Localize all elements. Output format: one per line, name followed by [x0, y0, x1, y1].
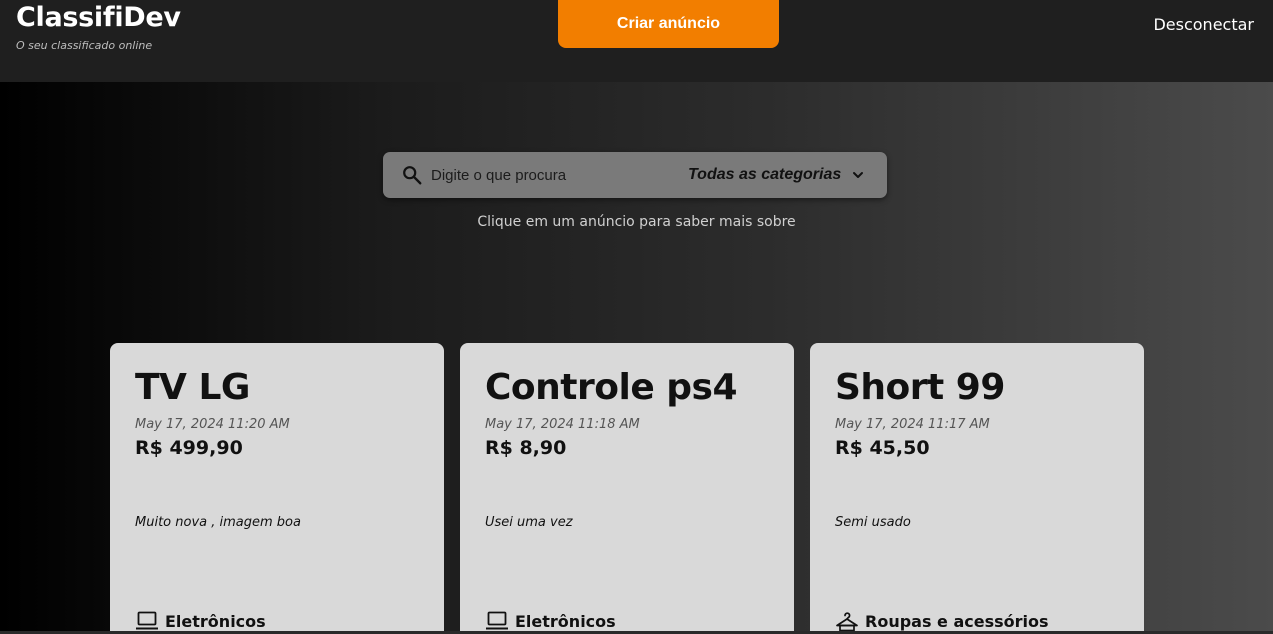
listing-category: Eletrônicos: [135, 610, 266, 632]
listing-category: Roupas e acessórios: [835, 610, 1049, 632]
listing-date: May 17, 2024 11:17 AM: [835, 417, 990, 432]
listing-price: R$ 499,90: [135, 437, 243, 459]
listing-card[interactable]: Short 99 May 17, 2024 11:17 AM R$ 45,50 …: [810, 343, 1144, 634]
app-logo-title[interactable]: ClassifiDev: [16, 2, 181, 33]
listing-description: Semi usado: [835, 515, 911, 530]
category-select-label: Todas as categorias: [688, 166, 842, 183]
listing-title: Short 99: [835, 367, 1005, 408]
listing-category-label: Eletrônicos: [165, 611, 266, 631]
listing-price: R$ 8,90: [485, 437, 567, 459]
laptop-icon: [486, 611, 508, 630]
create-listing-button[interactable]: Criar anúncio: [558, 0, 779, 48]
chevron-down-icon: [853, 172, 864, 178]
hanger-icon: [836, 612, 858, 632]
listing-description: Usei uma vez: [485, 515, 573, 530]
search-input[interactable]: [431, 162, 631, 188]
laptop-icon: [136, 611, 158, 630]
listing-card[interactable]: Controle ps4 May 17, 2024 11:18 AM R$ 8,…: [460, 343, 794, 634]
logout-link[interactable]: Desconectar: [1153, 15, 1254, 34]
listing-category-label: Roupas e acessórios: [865, 611, 1049, 631]
search-icon[interactable]: [401, 164, 423, 186]
listing-date: May 17, 2024 11:20 AM: [135, 417, 290, 432]
listing-category-label: Eletrônicos: [515, 611, 616, 631]
top-header: ClassifiDev O seu classificado online Cr…: [0, 0, 1273, 82]
search-bar: Todas as categorias: [383, 152, 887, 198]
listing-title: TV LG: [135, 367, 250, 408]
app-tagline: O seu classificado online: [16, 39, 153, 52]
listing-date: May 17, 2024 11:18 AM: [485, 417, 640, 432]
listing-price: R$ 45,50: [835, 437, 930, 459]
listing-card[interactable]: TV LG May 17, 2024 11:20 AM R$ 499,90 Mu…: [110, 343, 444, 634]
listing-description: Muito nova , imagem boa: [135, 515, 301, 530]
hint-text: Clique em um anúncio para saber mais sob…: [477, 214, 796, 230]
listing-category: Eletrônicos: [485, 610, 616, 632]
category-select[interactable]: Todas as categorias: [688, 162, 865, 188]
listing-title: Controle ps4: [485, 367, 738, 408]
main-content: Todas as categorias Clique em um anúncio…: [0, 82, 1273, 634]
